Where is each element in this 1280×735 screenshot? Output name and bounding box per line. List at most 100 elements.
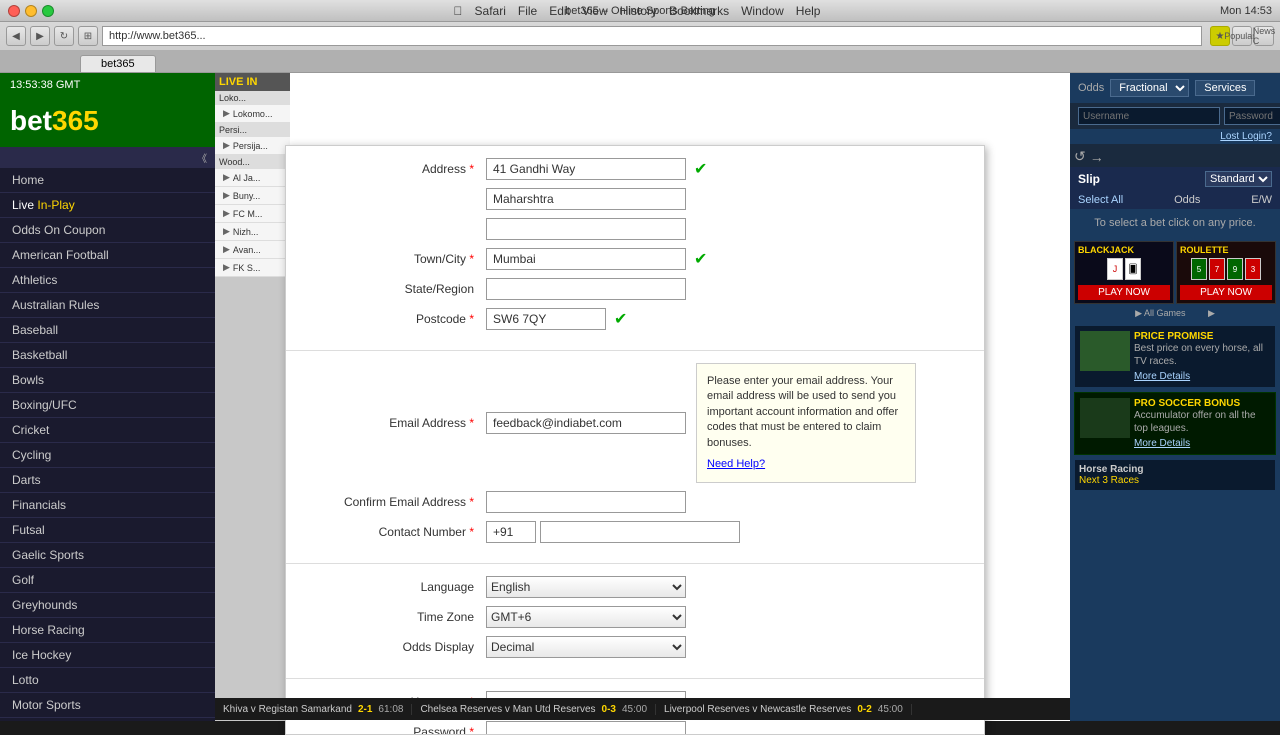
roulette-play-button[interactable]: PLAY NOW — [1180, 285, 1272, 300]
contact-country-code[interactable] — [486, 521, 536, 543]
live-match-2[interactable]: ▶ Persija... — [215, 137, 290, 155]
menu-safari[interactable]: Safari — [475, 4, 506, 18]
close-btn[interactable] — [8, 5, 20, 17]
email-label-text: Email Address — [389, 416, 466, 430]
timezone-select[interactable]: GMT+6 — [486, 606, 686, 628]
match-name-3: Al Ja... — [233, 173, 261, 183]
arrow-icon[interactable]: → — [1090, 149, 1104, 165]
bottom-match-3[interactable]: Liverpool Reserves v Newcastle Reserves … — [656, 704, 912, 715]
live-match-7[interactable]: ▶ Avan... — [215, 241, 290, 259]
num-7: 7 — [1209, 258, 1225, 280]
refresh-button[interactable]: ↻ — [54, 26, 74, 46]
live-panel: LIVE IN Loko... ▶ Lokomo... Persi... ▶ P… — [215, 73, 290, 721]
address2-input[interactable] — [486, 188, 686, 210]
language-select[interactable]: English — [486, 576, 686, 598]
sidebar-item-ice-hockey[interactable]: Ice Hockey — [0, 643, 215, 668]
sidebar-item-athletics[interactable]: Athletics — [0, 268, 215, 293]
sidebar-item-cricket[interactable]: Cricket — [0, 418, 215, 443]
bottom-match-2[interactable]: Chelsea Reserves v Man Utd Reserves 0-3 … — [412, 704, 656, 715]
password-form-label: Password * — [306, 725, 486, 735]
refresh-icon[interactable]: ↺ — [1074, 148, 1086, 165]
password-form-input[interactable] — [486, 721, 686, 735]
live-match-4[interactable]: ▶ Buny... — [215, 187, 290, 205]
match-3-name: Liverpool Reserves v Newcastle Reserves — [664, 704, 851, 715]
confirm-email-input[interactable] — [486, 491, 686, 513]
contact-number-input[interactable] — [540, 521, 740, 543]
sidebar-item-baseball[interactable]: Baseball — [0, 318, 215, 343]
bet-empty-message: To select a bet click on any price. — [1070, 209, 1280, 237]
sidebar-item-futsal[interactable]: Futsal — [0, 518, 215, 543]
live-match-8[interactable]: ▶ FK S... — [215, 259, 290, 277]
email-input[interactable] — [486, 412, 686, 434]
menu-help[interactable]: Help — [796, 4, 821, 18]
forward-button[interactable]: ▶ — [30, 26, 50, 46]
live-match-1[interactable]: ▶ Lokomo... — [215, 105, 290, 123]
sidebar-item-basketball[interactable]: Basketball — [0, 343, 215, 368]
url-bar[interactable] — [102, 26, 1202, 46]
sidebar-item-boxing[interactable]: Boxing/UFC — [0, 393, 215, 418]
services-button[interactable]: Services — [1195, 80, 1255, 96]
collapse-button[interactable]: 《 — [0, 147, 215, 168]
soccer-bonus-more-link[interactable]: More Details — [1134, 438, 1190, 449]
sidebar-item-home[interactable]: Home — [0, 168, 215, 193]
maximize-btn[interactable] — [42, 5, 54, 17]
sidebar-item-cycling[interactable]: Cycling — [0, 443, 215, 468]
bet-type-select[interactable]: Standard — [1205, 171, 1272, 187]
menu-file[interactable]: File — [518, 4, 537, 18]
sidebar-item-american-football[interactable]: American Football — [0, 243, 215, 268]
back-button[interactable]: ◀ — [6, 26, 26, 46]
postcode-check-icon: ✔ — [614, 309, 627, 329]
menu-apple[interactable]:  — [454, 4, 463, 18]
postcode-input[interactable] — [486, 308, 606, 330]
lost-login-link[interactable]: Lost Login? — [1070, 129, 1280, 144]
popular-button[interactable]: Popular▾ — [1232, 26, 1252, 46]
expand-icon-2: ▶ — [223, 140, 230, 151]
email-label: Email Address * — [306, 416, 486, 430]
address3-input[interactable] — [486, 218, 686, 240]
email-row: Email Address * Please enter your email … — [306, 363, 964, 483]
password-form-row: Password * — [306, 721, 964, 735]
minimize-btn[interactable] — [25, 5, 37, 17]
odds-select[interactable]: Fractional Decimal — [1110, 79, 1189, 97]
town-input[interactable] — [486, 248, 686, 270]
price-promise-title: PRICE PROMISE — [1134, 331, 1270, 342]
username-input[interactable] — [1078, 107, 1220, 125]
live-match-5[interactable]: ▶ FC M... — [215, 205, 290, 223]
price-promise-text: PRICE PROMISE Best price on every horse,… — [1134, 331, 1270, 382]
sidebar-item-live-inplay[interactable]: Live In-Play — [0, 193, 215, 218]
odds-display-select[interactable]: Decimal Fractional — [486, 636, 686, 658]
sidebar-item-odds-coupon[interactable]: Odds On Coupon — [0, 218, 215, 243]
home-button[interactable]: ⊞ — [78, 26, 98, 46]
sidebar-item-motor-sports[interactable]: Motor Sports — [0, 693, 215, 718]
bottom-scores-bar: Khiva v Registan Samarkand 2-1 61:08 Che… — [215, 698, 1070, 720]
price-promise-more-link[interactable]: More Details — [1134, 371, 1190, 382]
password-required: * — [469, 725, 474, 735]
browser-tab[interactable]: bet365 — [80, 55, 156, 72]
password-input[interactable] — [1224, 107, 1280, 125]
odds-display-row: Odds Display Decimal Fractional — [306, 636, 964, 658]
sidebar-item-horse-racing[interactable]: Horse Racing — [0, 618, 215, 643]
state-input[interactable] — [486, 278, 686, 300]
bottom-match-1[interactable]: Khiva v Registan Samarkand 2-1 61:08 — [215, 704, 412, 715]
sidebar-item-financials[interactable]: Financials — [0, 493, 215, 518]
sidebar-item-bowls[interactable]: Bowls — [0, 368, 215, 393]
blackjack-play-button[interactable]: PLAY NOW — [1078, 285, 1170, 300]
address-input[interactable] — [486, 158, 686, 180]
menu-window[interactable]: Window — [741, 4, 784, 18]
select-all-link[interactable]: Select All — [1078, 194, 1123, 206]
sidebar-item-gaelic-sports[interactable]: Gaelic Sports — [0, 543, 215, 568]
all-games-link[interactable]: ▶ All Games ▶ — [1070, 308, 1280, 319]
sidebar-item-australian-rules[interactable]: Australian Rules — [0, 293, 215, 318]
contact-label: Contact Number * — [306, 525, 486, 539]
sidebar-item-lotto[interactable]: Lotto — [0, 668, 215, 693]
live-match-3[interactable]: ▶ Al Ja... — [215, 169, 290, 187]
news-button[interactable]: News C — [1254, 26, 1274, 46]
sidebar-item-greyhounds[interactable]: Greyhounds — [0, 593, 215, 618]
right-panel: Odds Fractional Decimal Services GO Lost… — [1070, 73, 1280, 721]
match-1-name: Khiva v Registan Samarkand — [223, 704, 352, 715]
sidebar-item-golf[interactable]: Golf — [0, 568, 215, 593]
sidebar-item-darts[interactable]: Darts — [0, 468, 215, 493]
live-match-6[interactable]: ▶ Nizh... — [215, 223, 290, 241]
need-help-link[interactable]: Need Help? — [707, 457, 905, 472]
contact-row: Contact Number * — [306, 521, 964, 543]
